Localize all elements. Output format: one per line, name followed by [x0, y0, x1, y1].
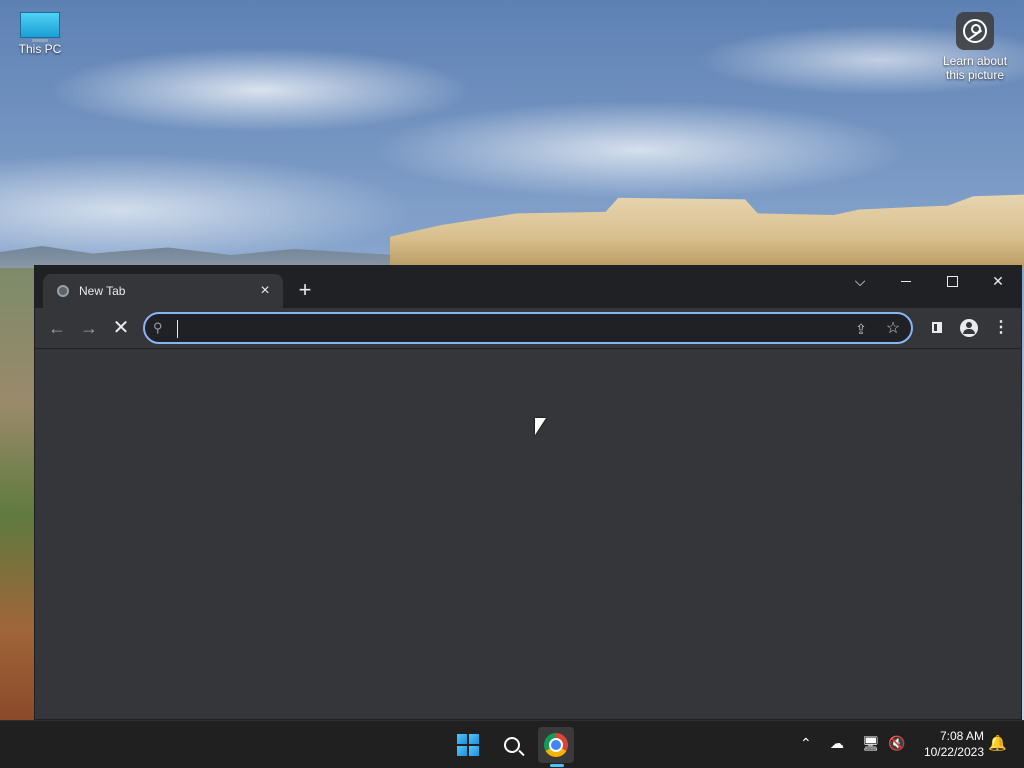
- clock-date: 10/22/2023: [923, 745, 984, 759]
- search-icon: ⚲: [153, 320, 163, 335]
- address-bar[interactable]: ⚲ ⇪ ☆: [143, 312, 913, 344]
- onedrive-cloud-icon[interactable]: ☁: [830, 735, 844, 752]
- back-arrow-icon[interactable]: ←: [45, 316, 69, 340]
- show-hidden-icons-chevron-icon[interactable]: ⌃: [800, 735, 812, 752]
- minimize-button[interactable]: [883, 266, 929, 296]
- close-window-button[interactable]: ✕: [975, 266, 1021, 296]
- tab-search-chevron-icon[interactable]: ⌵: [837, 266, 883, 296]
- clock[interactable]: 7:08 AM 10/22/2023: [914, 728, 984, 760]
- desktop-icon-learn-about-picture[interactable]: Learn about this picture: [938, 12, 1012, 82]
- learn-picture-icon: [956, 12, 994, 50]
- desktop-icon-label: This PC: [18, 42, 62, 56]
- wallpaper-town: [390, 194, 1024, 268]
- browser-toolbar: ← → ✕ ⚲ ⇪ ☆ ⋮: [35, 308, 1021, 349]
- bookmark-star-icon[interactable]: ☆: [883, 319, 903, 339]
- notification-bell-icon[interactable]: 🔔: [988, 734, 1007, 752]
- start-button[interactable]: [450, 727, 486, 763]
- running-indicator: [550, 764, 564, 767]
- mouse-cursor-icon: [535, 418, 546, 435]
- windows-logo-icon: [457, 734, 479, 756]
- browser-titlebar[interactable]: New Tab × + ⌵ ✕: [35, 266, 1021, 308]
- search-icon: [504, 737, 520, 753]
- desktop-icon-this-pc[interactable]: This PC: [10, 12, 70, 56]
- desktop-icon-label: Learn about this picture: [942, 54, 1008, 82]
- monitor-icon: [20, 12, 60, 42]
- tab-title: New Tab: [79, 284, 126, 298]
- address-input[interactable]: [175, 318, 829, 340]
- clock-time: 7:08 AM: [939, 729, 984, 743]
- page-content[interactable]: [35, 349, 1021, 719]
- side-panel-button[interactable]: [925, 316, 949, 340]
- text-caret: [177, 320, 178, 338]
- profile-button[interactable]: [957, 316, 981, 340]
- volume-muted-icon[interactable]: 🔇: [888, 735, 905, 752]
- maximize-button[interactable]: [929, 266, 975, 296]
- taskbar-chrome-button[interactable]: [538, 727, 574, 763]
- menu-kebab-icon[interactable]: ⋮: [989, 316, 1013, 340]
- chrome-icon: [544, 733, 568, 757]
- new-tab-button[interactable]: +: [293, 278, 317, 302]
- taskbar: ⌃ ☁ 🖥 🔇 7:08 AM 10/22/2023 🔔: [0, 720, 1024, 768]
- network-icon[interactable]: 🖥: [862, 735, 880, 752]
- side-panel-icon: [932, 322, 942, 334]
- tab-close-icon[interactable]: ×: [255, 282, 275, 300]
- browser-window: New Tab × + ⌵ ✕ ← → ✕ ⚲ ⇪ ☆ ⋮: [34, 265, 1022, 720]
- stop-loading-icon[interactable]: ✕: [109, 316, 133, 340]
- tab-new-tab[interactable]: New Tab ×: [43, 274, 283, 308]
- chrome-favicon-icon: [57, 285, 69, 297]
- taskbar-search-button[interactable]: [494, 727, 530, 763]
- share-icon[interactable]: ⇪: [851, 319, 871, 339]
- forward-arrow-icon[interactable]: →: [77, 316, 101, 340]
- wallpaper-cliff: [0, 268, 36, 720]
- profile-avatar-icon: [960, 318, 978, 337]
